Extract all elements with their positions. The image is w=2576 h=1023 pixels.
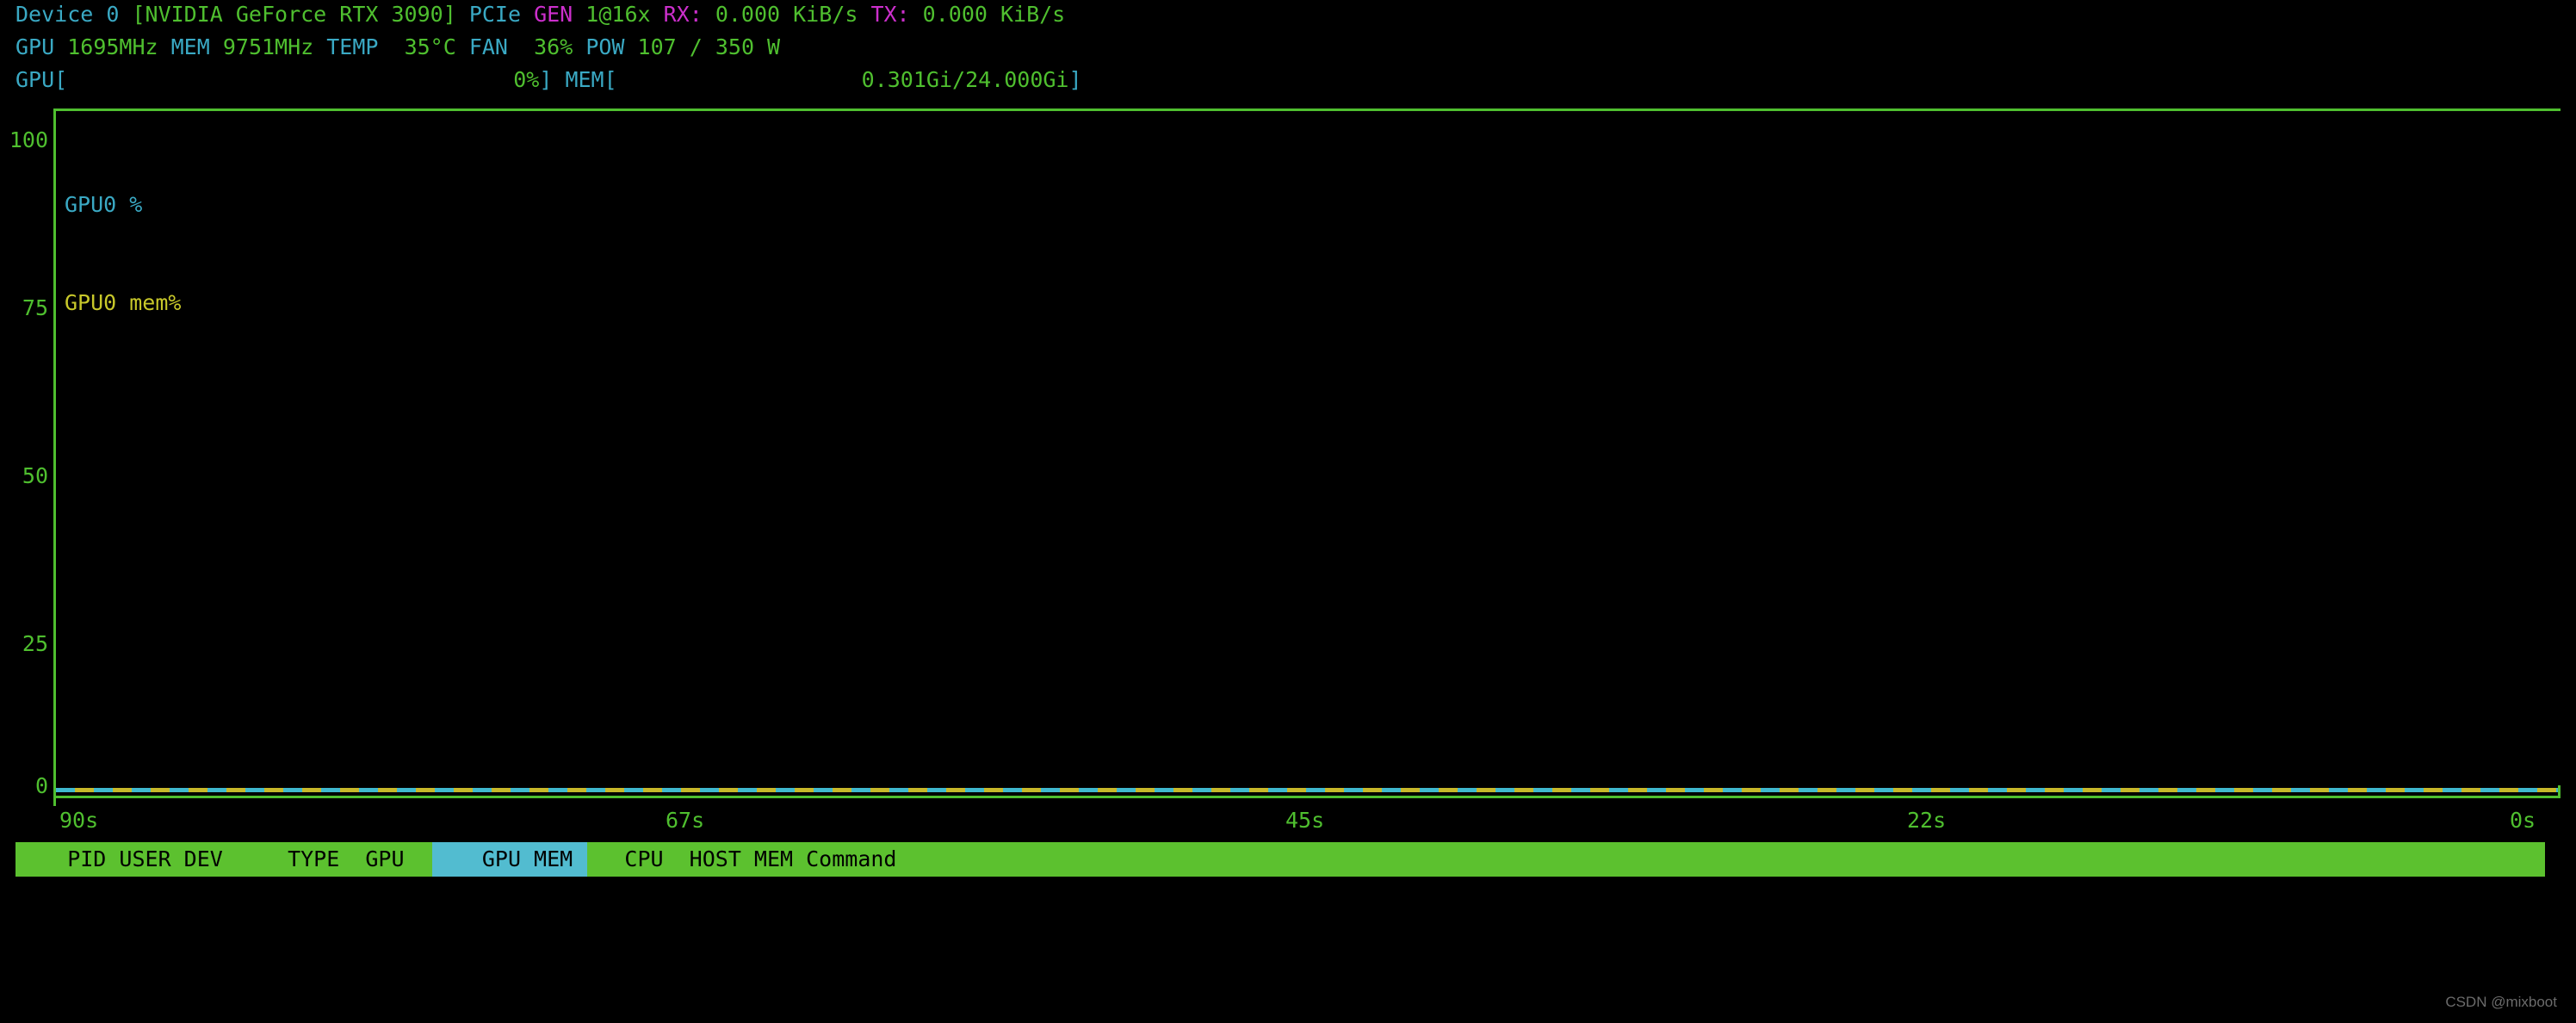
gpu-clock-label: GPU [15,34,68,59]
x-tick-45s: 45s [1283,808,1328,833]
gpu-gauge-close-bracket: ] [539,67,553,92]
legend-item-gpu-mem: GPU0 mem% [65,290,182,315]
mem-clock-label: MEM [158,34,223,59]
device-summary-line: Device 0 [NVIDIA GeForce RTX 3090] PCIe … [15,0,1065,31]
x-tick-22s: 22s [1904,808,1949,833]
x-tick-67s: 67s [663,808,708,833]
fan-value: 36% [521,34,573,59]
pcie-gen-value: 1@16x [585,2,664,27]
x-tick-0s: 0s [2507,808,2539,833]
device-index-label: Device 0 [15,2,133,27]
temp-label: TEMP [313,34,392,59]
y-tick-0: 0 [34,773,48,798]
mem-gauge-open-bracket: MEM[ [552,67,617,92]
mem-gauge-value: 0.301Gi/24.000Gi [861,67,1069,92]
power-value: 107 / 350 W [637,34,781,59]
watermark: CSDN @mixboot [2445,994,2557,1010]
terminal-window: Device 0 [NVIDIA GeForce RTX 3090] PCIe … [0,0,2576,1023]
x-axis-tick-right [2558,785,2561,796]
clocks-temp-line: GPU 1695MHz MEM 9751MHz TEMP 35°C FAN 36… [15,31,780,64]
chart-legend: GPU0 % GPU0 mem% [65,123,181,385]
temp-value: 35°C [391,34,456,59]
legend-item-gpu-util: GPU0 % [65,192,143,217]
device-name: [NVIDIA GeForce RTX 3090] [132,2,456,27]
gpu-gauge-open-bracket: GPU[ [15,67,68,92]
chart-x-axis [53,796,2561,798]
process-table-header[interactable]: PID USER DEV TYPE GPU GPU MEM CPU HOST M… [15,842,2545,877]
gpu-gauge-percent: 0% [513,67,540,92]
gpu-utilization-chart: GPU0 % GPU0 mem% [53,108,2561,796]
pcie-tx-label: TX: [870,2,923,27]
series-line-gpu-mem [56,788,2561,792]
gpu-clock-value: 1695MHz [67,34,158,59]
pcie-rx-value: 0.000 KiB/s [715,2,871,27]
pcie-tx-value: 0.000 KiB/s [922,2,1066,27]
pcie-rx-label: RX: [663,2,715,27]
x-tick-90s: 90s [57,808,102,833]
power-label: POW [573,34,638,59]
gauges-line: GPU[ 0%] MEM[ 0.301Gi/24.000Gi] [15,64,1082,96]
mem-clock-value: 9751MHz [222,34,314,59]
mem-gauge-close-bracket: ] [1068,67,1082,92]
y-tick-25: 25 [22,631,48,656]
y-tick-75: 75 [22,295,48,320]
x-axis-tick-left [53,796,56,806]
y-tick-50: 50 [22,463,48,488]
y-tick-100: 100 [9,127,48,152]
pcie-label: PCIe [455,2,535,27]
fan-label: FAN [455,34,522,59]
process-table-header-text: PID USER DEV TYPE GPU GPU MEM CPU HOST M… [15,846,897,871]
pcie-gen-label: GEN [534,2,586,27]
